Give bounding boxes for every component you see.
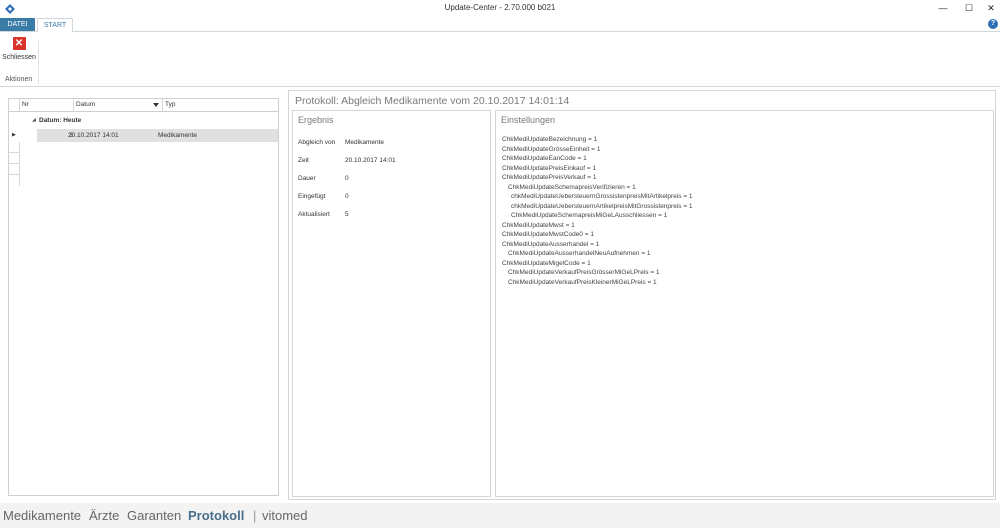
protocol-grid[interactable]: Nr Datum Typ ◢ Datum: Heute ▶ 3 20.10.20… [8, 98, 279, 496]
setting-line: ChkMediUpdatePreisVerkauf = 1 [502, 174, 597, 181]
field-key: Abgleich von [298, 139, 336, 146]
row-selector-column [9, 142, 20, 186]
nav-medikamente[interactable]: Medikamente [3, 508, 81, 523]
bottom-navigation: Medikamente Ärzte Garanten Protokoll | v… [0, 503, 1000, 528]
field-key: Eingefügt [298, 193, 326, 200]
close-x-icon: ✕ [12, 37, 26, 50]
nav-protokoll[interactable]: Protokoll [188, 508, 244, 523]
minimize-button[interactable]: — [932, 1, 954, 15]
setting-line: ChkMediUpdateSchemapreisVerifizieren = 1 [508, 183, 636, 191]
tab-start[interactable]: START [37, 18, 73, 32]
field-key: Zeit [298, 157, 309, 164]
nav-garanten[interactable]: Garanten [127, 508, 181, 523]
grid-header: Nr Datum Typ [9, 99, 278, 112]
protocol-title: Protokoll: Abgleich Medikamente vom 20.1… [295, 95, 570, 107]
column-header-datum-label: Datum [76, 101, 96, 108]
column-header-nr[interactable]: Nr [20, 99, 74, 111]
einstellungen-title: Einstellungen [501, 115, 556, 125]
current-row-indicator-icon: ▶ [12, 132, 16, 138]
schliessen-label: Schliessen [2, 54, 36, 61]
setting-line: ChkMediUpdateBezeichnung = 1 [502, 136, 598, 143]
setting-line: ChkMediUpdateSchemapreisMiGeLAusschliess… [511, 212, 668, 219]
ergebnis-title: Ergebnis [298, 115, 334, 125]
ribbon-group-divider [38, 40, 39, 84]
window-title: Update-Center - 2.70.000 b021 [444, 3, 556, 12]
settings-list: ChkMediUpdateBezeichnung = 1 ChkMediUpda… [502, 135, 992, 287]
field-dauer: Dauer 0 [298, 174, 488, 184]
table-row[interactable]: ▶ 3 20.10.2017 14:01 Medikamente [9, 129, 278, 142]
field-value: 20.10.2017 14:01 [345, 157, 396, 164]
setting-line: chkMediUpdateUebersteuernGrossistenpreis… [511, 193, 693, 200]
setting-line: ChkMediUpdateGrösseEinheit = 1 [502, 145, 601, 153]
update-center-window: Update-Center - 2.70.000 b021 — ☐ ✕ DATE… [0, 0, 1000, 528]
einstellungen-panel: Einstellungen ChkMediUpdateBezeichnung =… [495, 110, 994, 497]
row-selector-cell [9, 164, 19, 175]
ribbon-tabs: DATEI START [0, 18, 1000, 32]
field-value: 5 [345, 211, 349, 218]
cell-typ: Medikamente [158, 132, 198, 139]
group-row-heute[interactable]: ◢ Datum: Heute [9, 114, 278, 127]
column-header-typ[interactable]: Typ [163, 99, 278, 111]
setting-line: ChkMediUpdatePreisEinkauf = 1 [502, 164, 597, 172]
field-value: 0 [345, 175, 349, 182]
setting-line: ChkMediUpdateVerkaufPreisKleinerMiGeLPre… [508, 278, 657, 286]
nav-vitomed[interactable]: vitomed [262, 508, 308, 523]
schliessen-button[interactable]: ✕ Schliessen [2, 37, 36, 69]
field-abgleich-von: Abgleich von Medikamente [298, 138, 488, 148]
field-value: Medikamente [345, 139, 385, 146]
field-eingefuegt: Eingefügt 0 [298, 192, 488, 202]
setting-line: chkMediUpdateUebersteuernArtikelpreisMit… [511, 202, 693, 210]
setting-line: ChkMediUpdateMwst = 1 [502, 221, 575, 229]
field-zeit: Zeit 20.10.2017 14:01 [298, 156, 488, 166]
sort-descending-icon [153, 103, 159, 107]
field-aktualisiert: Aktualisiert 5 [298, 210, 488, 220]
collapse-triangle-icon[interactable]: ◢ [32, 114, 36, 127]
close-window-button[interactable]: ✕ [980, 1, 1000, 15]
setting-line: ChkMediUpdateMwstCode0 = 1 [502, 231, 594, 238]
nav-aerzte[interactable]: Ärzte [89, 508, 119, 523]
help-icon[interactable]: ? [988, 19, 998, 29]
row-selector-cell [9, 142, 19, 153]
group-label: Datum: Heute [39, 117, 82, 124]
field-key: Aktualisiert [298, 211, 330, 218]
row-selector-cell [9, 153, 19, 164]
title-bar: Update-Center - 2.70.000 b021 — ☐ ✕ [0, 0, 1000, 18]
setting-line: ChkMediUpdateAusserhandel = 1 [502, 240, 600, 248]
nav-separator: | [253, 508, 257, 523]
cell-datum: 20.10.2017 14:01 [68, 132, 119, 139]
setting-line: ChkMediUpdateVerkaufPreisGrösserMiGeLPre… [508, 269, 660, 276]
ribbon-bottom-border [0, 86, 1000, 87]
maximize-button[interactable]: ☐ [958, 1, 980, 15]
tab-datei[interactable]: DATEI [0, 18, 35, 31]
setting-line: ChkMediUpdateEanCode = 1 [502, 155, 587, 162]
grid-header-selector [9, 99, 20, 111]
ergebnis-panel: Ergebnis Abgleich von Medikamente Zeit 2… [292, 110, 491, 497]
field-value: 0 [345, 193, 349, 200]
ribbon-group-label: Aktionen [5, 76, 33, 83]
ribbon: ✕ Schliessen Aktionen [0, 32, 1000, 86]
setting-line: ChkMediUpdateMigelCode = 1 [502, 259, 591, 267]
setting-line: ChkMediUpdateAusserhandelNeuAufnehmen = … [508, 250, 651, 257]
field-key: Dauer [298, 175, 316, 182]
column-header-datum[interactable]: Datum [74, 99, 163, 111]
protocol-panel: Protokoll: Abgleich Medikamente vom 20.1… [288, 90, 996, 500]
